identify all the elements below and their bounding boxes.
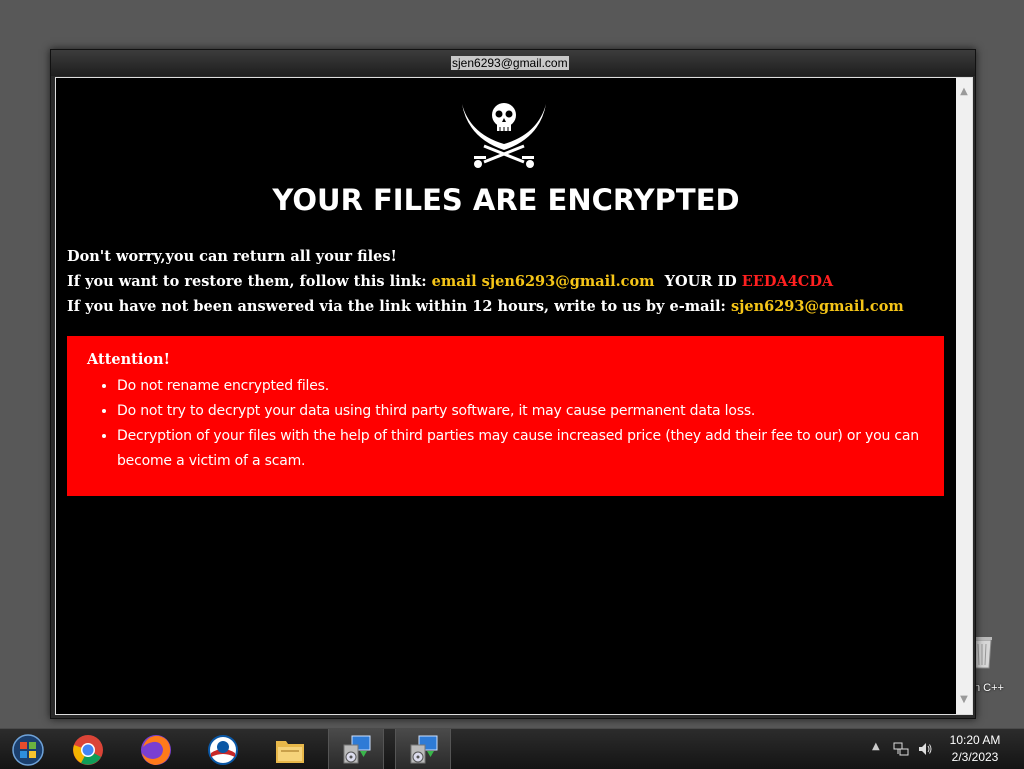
ransom-note-window: sjen6293@gmail.com YOUR FILES ARE ENCRYP… (50, 49, 976, 719)
message-line-1: Don't worry,you can return all your file… (67, 248, 397, 265)
clock-date: 2/3/2023 (951, 750, 999, 764)
taskbar-installer-1[interactable] (328, 729, 384, 769)
message-line-3: If you have not been answered via the li… (67, 298, 904, 315)
window-title: sjen6293@gmail.com (451, 56, 569, 70)
taskbar: ▲ 10:20 AM 2/3/2023 (0, 728, 1024, 769)
show-hidden-icons-icon[interactable]: ▲ (872, 741, 880, 752)
chrome-icon (73, 735, 103, 765)
installer-icon (410, 735, 438, 764)
taskbar-clock[interactable]: 10:20 AM 2/3/2023 (945, 732, 1005, 766)
message-line-1-text: Don't worry,you can return all your file… (67, 248, 397, 265)
start-orb-icon (12, 734, 44, 766)
taskbar-chrome[interactable] (60, 729, 114, 769)
volume-icon[interactable] (917, 741, 933, 757)
victim-id: EEDA4CDA (741, 273, 834, 290)
fallback-text: If you have not been answered via the li… (67, 298, 731, 315)
installer-icon (343, 735, 371, 764)
attention-box: Attention! Do not rename encrypted files… (67, 336, 944, 496)
outlook-icon (208, 735, 238, 765)
window-titlebar[interactable]: sjen6293@gmail.com (51, 50, 975, 76)
taskbar-outlook[interactable] (195, 729, 249, 769)
taskbar-installer-2[interactable] (395, 729, 451, 769)
attention-title: Attention! (87, 351, 170, 368)
restore-text: If you want to restore them, follow this… (67, 273, 432, 290)
your-id-label: YOUR ID (664, 273, 742, 290)
scroll-up-icon[interactable]: ▲ (956, 84, 972, 100)
jolly-roger-icon (462, 103, 546, 168)
window-content: YOUR FILES ARE ENCRYPTED Don't worry,you… (55, 77, 973, 715)
vertical-scrollbar[interactable]: ▲ ▼ (956, 78, 972, 714)
start-button[interactable] (0, 729, 54, 769)
attention-item: Decryption of your files with the help o… (117, 424, 942, 474)
message-line-2: If you want to restore them, follow this… (67, 273, 833, 290)
attention-item: Do not rename encrypted files. (117, 374, 942, 399)
taskbar-firefox[interactable] (128, 729, 182, 769)
fallback-email-link[interactable]: sjen6293@gmail.com (731, 298, 904, 315)
firefox-icon (141, 735, 171, 765)
file-explorer-icon (276, 741, 304, 763)
headline: YOUR FILES ARE ENCRYPTED (272, 183, 740, 217)
network-icon[interactable] (893, 741, 909, 757)
clock-time: 10:20 AM (949, 733, 1001, 747)
attention-item: Do not try to decrypt your data using th… (117, 399, 942, 424)
scroll-down-icon[interactable]: ▼ (956, 692, 972, 708)
desktop-icon-label: n C++ (974, 682, 1004, 694)
attention-list: Do not rename encrypted files. Do not tr… (67, 374, 942, 474)
restore-email-link[interactable]: email sjen6293@gmail.com (432, 273, 655, 290)
taskbar-file-explorer[interactable] (262, 729, 316, 769)
note-body: YOUR FILES ARE ENCRYPTED Don't worry,you… (56, 78, 956, 714)
